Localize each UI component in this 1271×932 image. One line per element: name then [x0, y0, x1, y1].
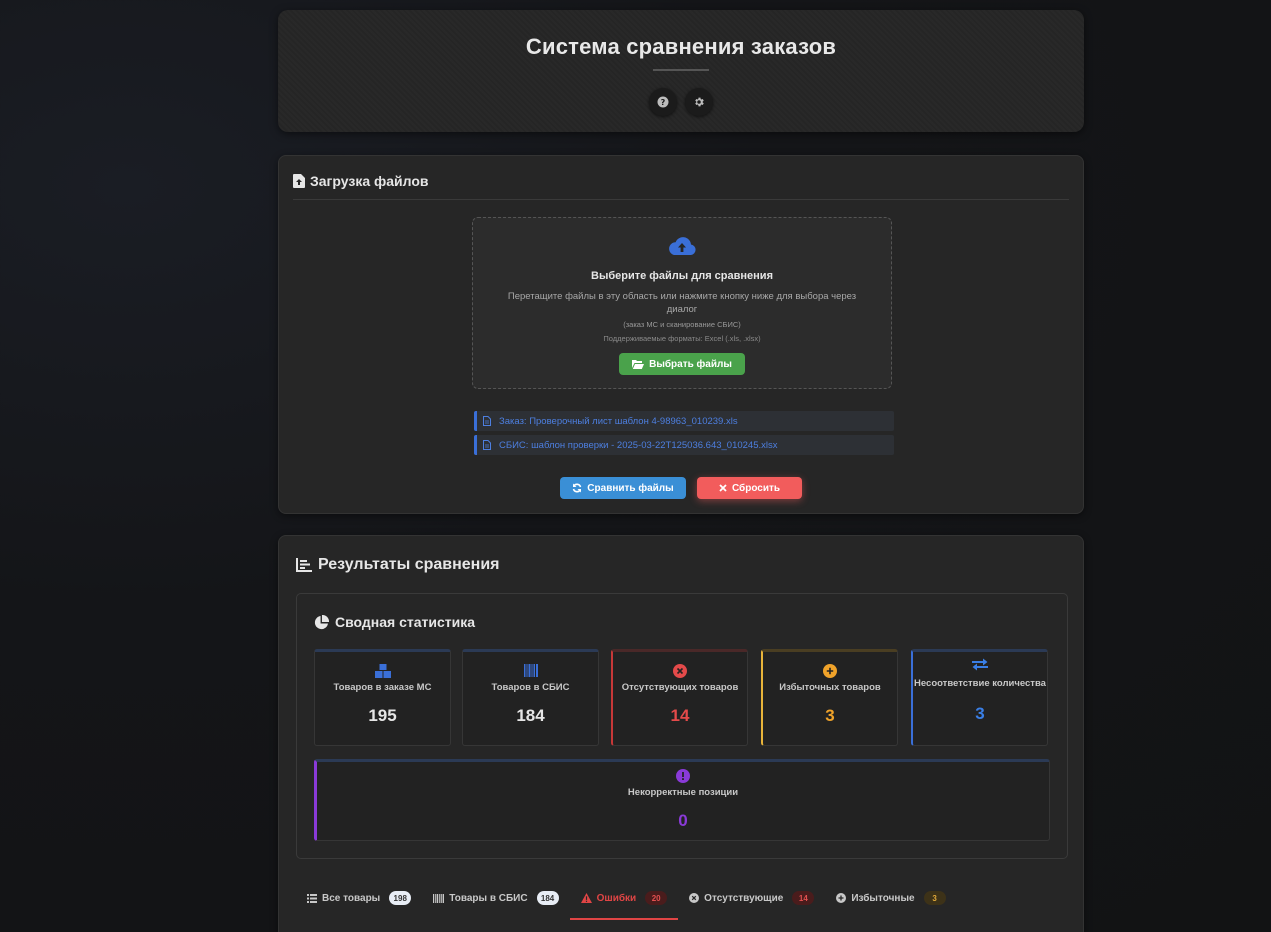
file-dropzone[interactable]: Выберите файлы для сравнения Перетащите … [472, 217, 892, 389]
app-header: Система сравнения заказов ? [278, 10, 1084, 132]
tab-all-items[interactable]: Все товары 198 [296, 880, 422, 916]
chart-bar-icon [296, 558, 312, 572]
stat-card-invalid: Некорректные позиции 0 [314, 759, 1050, 841]
file-name: СБИС: шаблон проверки - 2025-03-22T12503… [499, 439, 778, 451]
results-panel: Результаты сравнения Сводная статистика … [278, 535, 1084, 932]
times-circle-icon [673, 664, 687, 678]
pie-chart-icon [314, 614, 329, 629]
file-icon [483, 440, 491, 450]
file-name: Заказ: Проверочный лист шаблон 4-98963_0… [499, 415, 738, 427]
stat-label: Несоответствие количества [914, 678, 1046, 689]
stat-label: Некорректные позиции [627, 787, 739, 798]
tab-count-badge: 20 [645, 891, 668, 905]
upload-title-text: Загрузка файлов [310, 173, 429, 189]
tab-label: Все товары [322, 892, 381, 904]
reset-button[interactable]: Сбросить [697, 477, 802, 499]
sync-icon [573, 483, 582, 493]
stat-card-sbis-items: Товаров в СБИС 184 [462, 649, 599, 746]
summary-stats: Сводная статистика Товаров в заказе МС 1… [296, 593, 1068, 859]
results-title-text: Результаты сравнения [318, 556, 500, 573]
times-circle-icon [689, 893, 700, 903]
tab-excess[interactable]: Избыточные 3 [825, 880, 956, 916]
barcode-icon [523, 664, 538, 677]
reset-label: Сбросить [731, 482, 781, 494]
file-upload-icon [293, 174, 305, 188]
boxes-icon [374, 664, 391, 678]
summary-title-text: Сводная статистика [335, 614, 476, 630]
uploaded-file-order: Заказ: Проверочный лист шаблон 4-98963_0… [474, 411, 894, 431]
exclamation-circle-icon [676, 769, 690, 783]
divider [293, 199, 1069, 200]
tab-count-badge: 198 [389, 891, 412, 905]
dropzone-title: Выберите файлы для сравнения [591, 270, 773, 282]
list-icon [307, 893, 317, 903]
tab-missing[interactable]: Отсутствующие 14 [678, 880, 825, 916]
tab-count-badge: 3 [923, 891, 946, 905]
results-section-title: Результаты сравнения [296, 556, 500, 574]
dropzone-description: Перетащите файлы в эту область или нажми… [507, 291, 857, 315]
warning-icon [580, 893, 592, 903]
header-actions: ? [278, 88, 1084, 116]
stat-card-qty-mismatch: Несоответствие количества 3 [911, 649, 1048, 746]
stat-label: Избыточных товаров [779, 682, 881, 693]
results-tabs: Все товары 198 Товары в СБИС 184 Ошибки … [296, 880, 957, 920]
title-underline [653, 69, 709, 71]
file-icon [483, 416, 491, 426]
settings-button[interactable] [685, 88, 713, 116]
compare-files-label: Сравнить файлы [587, 482, 674, 494]
barcode-icon [433, 893, 445, 903]
stat-card-missing: Отсутствующих товаров 14 [611, 649, 748, 746]
stat-value: 184 [516, 706, 545, 725]
stat-value: 3 [975, 704, 985, 723]
tab-sbis-items[interactable]: Товары в СБИС 184 [422, 880, 569, 916]
stat-label: Товаров в заказе МС [333, 682, 432, 693]
upload-section-title: Загрузка файлов [293, 173, 429, 189]
plus-circle-icon [823, 664, 837, 678]
stat-label: Отсутствующих товаров [621, 682, 739, 693]
choose-files-button[interactable]: Выбрать файлы [619, 353, 745, 375]
cloud-upload-icon [669, 237, 696, 255]
gear-icon [695, 97, 704, 107]
dropzone-note: (заказ МС и сканирование СБИС) [623, 320, 741, 329]
upload-actions: Сравнить файлы Сбросить [279, 477, 1083, 499]
upload-panel: Загрузка файлов Выберите файлы для сравн… [278, 155, 1084, 514]
stat-value: 195 [368, 706, 397, 725]
tab-label: Отсутствующие [704, 892, 784, 904]
help-icon: ? [657, 96, 669, 108]
stat-value: 0 [678, 811, 688, 830]
tab-label: Ошибки [596, 892, 637, 904]
compare-files-button[interactable]: Сравнить файлы [560, 477, 686, 499]
exchange-icon [972, 658, 988, 671]
stat-label: Товаров в СБИС [491, 682, 570, 693]
tab-label: Избыточные [851, 892, 915, 904]
page-title: Система сравнения заказов [525, 34, 837, 59]
tab-count-badge: 14 [792, 891, 815, 905]
folder-open-icon [632, 360, 645, 369]
uploaded-file-sbis: СБИС: шаблон проверки - 2025-03-22T12503… [474, 435, 894, 455]
stat-card-ms-items: Товаров в заказе МС 195 [314, 649, 451, 746]
help-button[interactable]: ? [649, 88, 677, 116]
plus-circle-icon [836, 893, 847, 903]
stat-card-excess: Избыточных товаров 3 [761, 649, 898, 746]
dropzone-formats: Поддерживаемые форматы: Excel (.xls, .xl… [603, 334, 761, 343]
app-container: Система сравнения заказов ? Загрузка фай… [278, 10, 1084, 932]
svg-text:?: ? [661, 98, 666, 107]
stat-value: 3 [825, 706, 835, 725]
choose-files-label: Выбрать файлы [649, 358, 732, 370]
tab-errors[interactable]: Ошибки 20 [569, 880, 679, 920]
stat-value: 14 [670, 706, 690, 725]
tab-count-badge: 184 [536, 891, 559, 905]
summary-title: Сводная статистика [314, 614, 475, 630]
tab-label: Товары в СБИС [449, 892, 528, 904]
close-icon [719, 484, 727, 492]
